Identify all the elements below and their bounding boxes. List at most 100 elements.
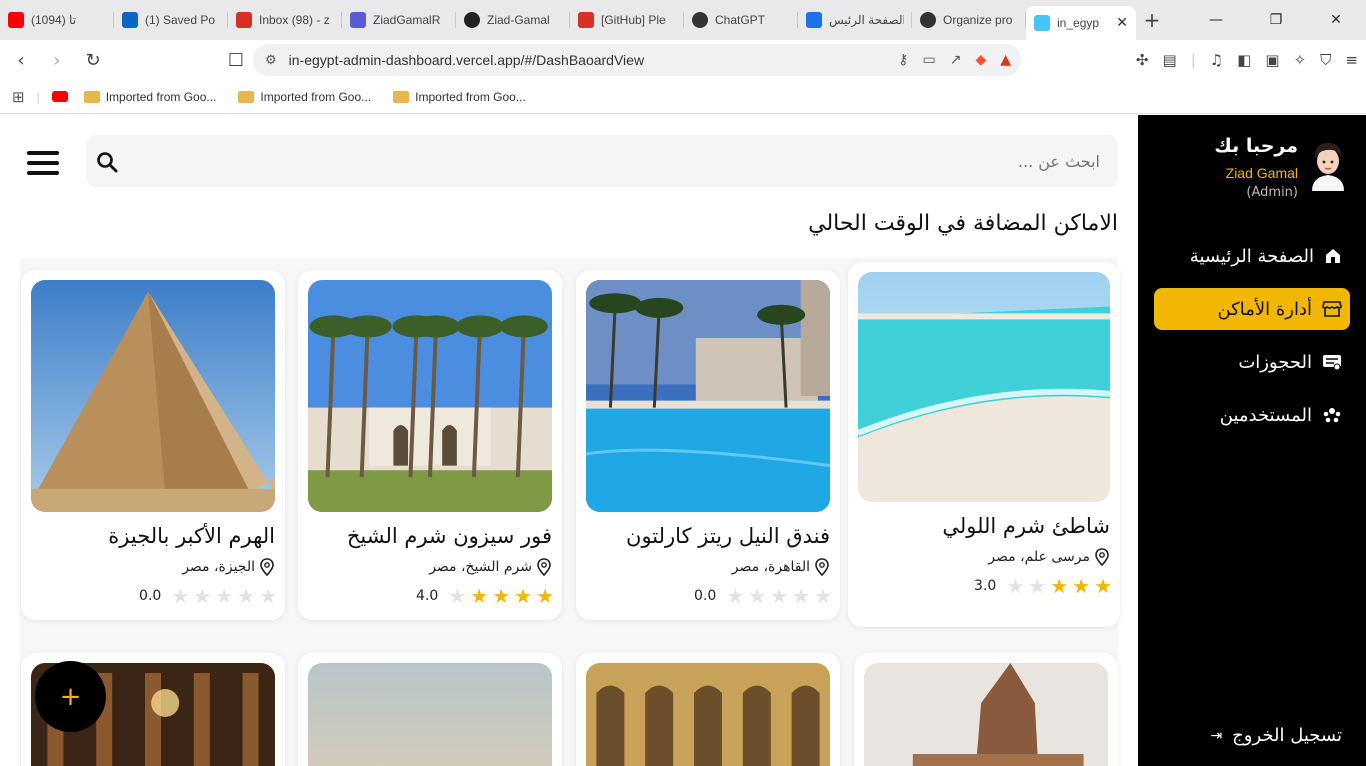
star-icon: ★	[792, 584, 811, 608]
wallet-icon[interactable]: ▣	[1265, 51, 1279, 69]
close-tab-icon[interactable]: ✕	[1116, 15, 1128, 31]
gmail-icon	[578, 12, 594, 28]
new-tab-button[interactable]: +	[1136, 8, 1168, 32]
back-button[interactable]: ‹	[6, 50, 36, 71]
tab-title: (1094) تا	[31, 13, 77, 27]
place-rating: ★ ★ ★ ★ ★ 0.0	[139, 586, 277, 606]
apps-icon[interactable]: ⊞	[12, 88, 25, 106]
location-pin-icon	[815, 558, 829, 576]
brave-rewards-icon[interactable]: ▲	[1000, 52, 1011, 68]
place-card[interactable]: فور سيزون شرم الشيخ شرم الشيخ، مصر ★ ★ ★ ★ ★ 4.…	[298, 270, 562, 620]
place-rating: ★ ★ ★ ★ ★ 0.0	[694, 586, 832, 606]
logout-icon: ⇥	[1210, 727, 1223, 744]
star-icon: ★	[814, 584, 832, 608]
location-pin-icon	[537, 558, 551, 576]
bookmarks-bar: ⊞ | Imported from Goo... Imported from Go…	[0, 80, 1366, 114]
browser-tab[interactable]: ZiadGamalR	[342, 0, 456, 40]
edge-icon	[806, 12, 822, 28]
place-location: شرم الشيخ، مصر	[429, 558, 552, 576]
users-icon	[1322, 406, 1342, 424]
browser-tab-bar: (1094) تا (1) Saved Po Inbox (98) - z ZiadG…	[0, 0, 1366, 40]
browser-tab[interactable]: [GitHub] Ple	[570, 0, 684, 40]
vpn-icon[interactable]: ⛉	[1320, 51, 1331, 69]
place-image	[858, 272, 1110, 502]
star-icon: ★	[770, 584, 789, 608]
sidebar: مرحبا بك Ziad Gamal (Admin) الصفحة الرئي…	[1138, 115, 1366, 766]
reload-button[interactable]: ↻	[78, 50, 108, 71]
bookmark-label: Imported from Goo...	[415, 89, 526, 104]
browser-tab[interactable]: Inbox (98) - z	[228, 0, 342, 40]
browser-tab[interactable]: الصفحة الرئيس	[798, 0, 912, 40]
star-icon: ★	[1050, 574, 1069, 598]
bookmark-folder[interactable]: Imported from Goo...	[238, 90, 371, 104]
maximize-button[interactable]: ❐	[1246, 0, 1306, 40]
place-card[interactable]: فندق النيل ريتز كارلتون القاهرة، مصر ★ ★ ★ ★ ★…	[576, 270, 840, 620]
share-icon[interactable]: ↗	[950, 52, 962, 68]
add-place-button[interactable]: +	[35, 661, 106, 732]
bookmark-folder[interactable]: Imported from Goo...	[83, 90, 216, 104]
folder-icon	[238, 90, 255, 103]
rating-value: 4.0	[416, 588, 439, 604]
url-field[interactable]: ⚙ in-egypt-admin-dashboard.vercel.app/#/…	[253, 44, 1021, 76]
leo-ai-icon[interactable]: ✧	[1294, 51, 1307, 69]
gmail-icon	[236, 12, 252, 28]
place-card[interactable]: الهرم الأكبر بالجيزة الجيزة، مصر ★ ★ ★ ★ ★ 0.0	[21, 270, 285, 620]
logout-button[interactable]: تسجيل الخروج ⇥	[1210, 725, 1342, 746]
place-card[interactable]	[576, 653, 840, 766]
folder-icon	[83, 90, 100, 103]
star-icon: ★	[726, 584, 745, 608]
close-window-button[interactable]: ✕	[1306, 0, 1366, 40]
menu-icon[interactable]: ≡	[1345, 51, 1358, 69]
music-icon[interactable]: ♫	[1210, 51, 1223, 69]
browser-tab[interactable]: Organize pro	[912, 0, 1026, 40]
browser-tab[interactable]: (1094) تا	[0, 0, 114, 40]
sidebar-toggle-icon[interactable]: ◧	[1237, 51, 1251, 69]
sidebar-item-store[interactable]: أدارة الأماكن	[1154, 288, 1350, 330]
reader-icon[interactable]: ▤	[1163, 51, 1177, 69]
folder-icon	[393, 90, 410, 103]
tab-title: Ziad-Gamal	[487, 13, 550, 27]
tab-title: Inbox (98) - z	[259, 13, 330, 27]
place-name: فندق النيل ريتز كارلتون	[626, 524, 830, 548]
key-icon[interactable]: ⚷	[898, 52, 908, 68]
search-icon[interactable]	[96, 151, 118, 173]
sidebar-item-bookings[interactable]: الحجوزات	[1154, 341, 1350, 383]
tab-title: [GitHub] Ple	[601, 13, 666, 27]
sidebar-item-users[interactable]: المستخدمين	[1154, 394, 1350, 436]
search-input[interactable]	[200, 151, 1100, 171]
cast-icon[interactable]: ▭	[922, 52, 935, 68]
browser-tab[interactable]: Ziad-Gamal	[456, 0, 570, 40]
youtube-icon	[8, 12, 24, 28]
youtube-bookmark-icon[interactable]	[51, 91, 68, 102]
url-text: in-egypt-admin-dashboard.vercel.app/#/Da…	[288, 52, 645, 68]
browser-tab[interactable]: (1) Saved Po	[114, 0, 228, 40]
place-card[interactable]	[298, 653, 562, 766]
site-info-icon[interactable]: ⚙	[265, 53, 277, 68]
bookmark-icon[interactable]: ☐	[221, 50, 251, 71]
place-location-text: شرم الشيخ، مصر	[429, 559, 532, 575]
bookmark-folder[interactable]: Imported from Goo...	[393, 90, 526, 104]
brave-shield-icon[interactable]: ◆	[975, 52, 986, 68]
logout-label: تسجيل الخروج	[1232, 725, 1342, 746]
avatar	[1312, 143, 1344, 191]
minimize-button[interactable]: —	[1186, 0, 1246, 40]
extensions-icon[interactable]: ✣	[1136, 51, 1149, 69]
place-card[interactable]: شاطئ شرم اللولي مرسى علم، مصر ★ ★ ★ ★ ★ 3.0	[848, 262, 1120, 627]
user-name: Ziad Gamal	[1225, 165, 1298, 181]
tab-title: الصفحة الرئيس	[829, 13, 904, 27]
flutter-icon	[1034, 15, 1050, 31]
app-root: الاماكن المضافة في الوقت الحالي شاطئ شرم…	[0, 115, 1366, 766]
browser-tab[interactable]: in_egyp ✕	[1026, 6, 1136, 40]
star-icon: ★	[1028, 574, 1047, 598]
place-card[interactable]	[854, 653, 1118, 766]
star-icon: ★	[1094, 574, 1112, 598]
hamburger-menu-icon[interactable]	[27, 151, 59, 175]
address-bar-row: ‹ › ↻ ☐ ⚙ in-egypt-admin-dashboard.verce…	[0, 40, 1366, 80]
forward-button[interactable]: ›	[42, 50, 72, 71]
bookings-icon	[1322, 353, 1342, 371]
star-icon: ★	[215, 584, 234, 608]
sidebar-item-label: الصفحة الرئيسية	[1189, 245, 1314, 267]
sidebar-item-home[interactable]: الصفحة الرئيسية	[1154, 235, 1350, 277]
browser-tab[interactable]: ChatGPT	[684, 0, 798, 40]
star-icon: ★	[492, 584, 511, 608]
